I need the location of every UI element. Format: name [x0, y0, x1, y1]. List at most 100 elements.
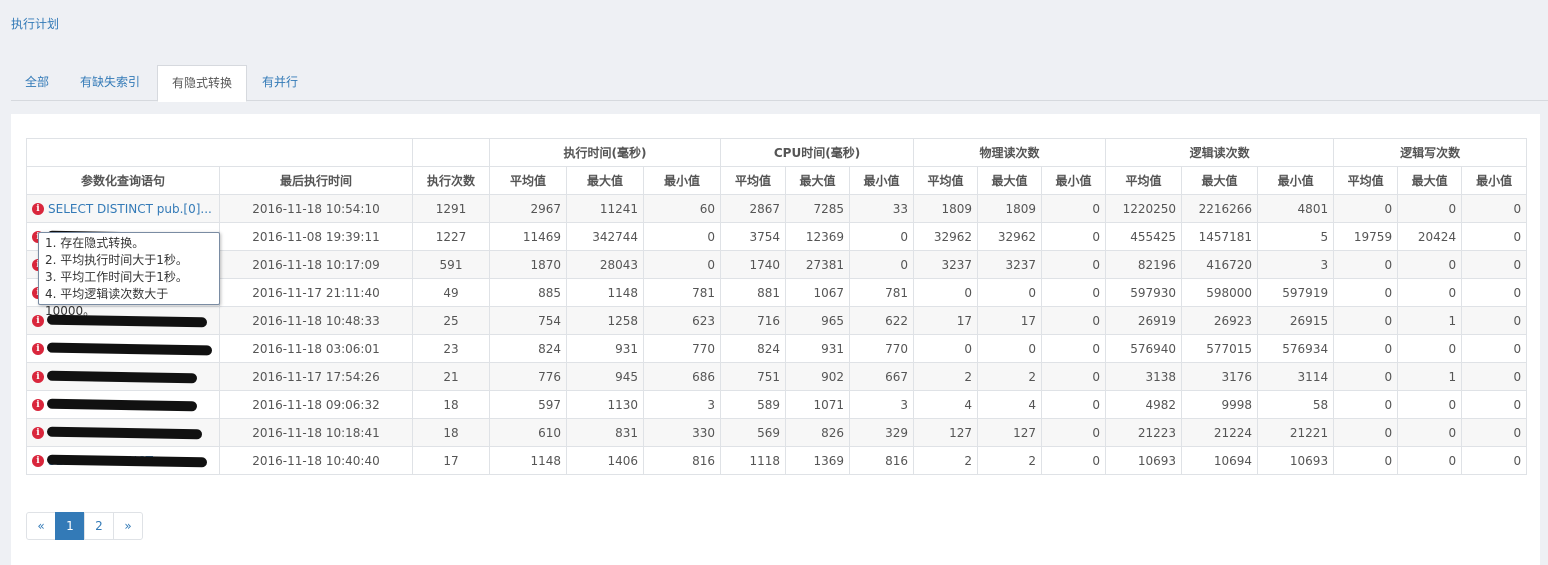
column-header[interactable]: 平均值	[489, 166, 567, 195]
query-cell: i	[26, 390, 220, 419]
metric-cell: 0	[1041, 222, 1107, 251]
metric-cell: 21	[412, 362, 490, 391]
metric-cell: 26919	[1105, 306, 1183, 335]
table-row[interactable]: i 2016-11-17 17:54:26 21 776 945 686 751 902 667…	[26, 362, 1528, 391]
table-row[interactable]: i2016-11-08 19:39:1112271146934274403754…	[26, 222, 1528, 251]
last-exec-time-cell: 2016-11-18 10:54:10	[219, 194, 413, 223]
metric-cell: 577015	[1181, 334, 1259, 363]
metric-cell: 1369	[785, 446, 851, 475]
metric-cell: 11469	[489, 222, 567, 251]
metric-cell: 17	[913, 306, 979, 335]
tab-all[interactable]: 全部	[11, 65, 63, 101]
column-header[interactable]: 平均值	[913, 166, 979, 195]
metric-cell: 1	[1397, 362, 1463, 391]
metric-cell: 576940	[1105, 334, 1183, 363]
column-header[interactable]: 参数化查询语句	[26, 166, 220, 195]
column-header[interactable]: 最大值	[1181, 166, 1259, 195]
group-header-exec-time: 执行时间(毫秒)	[488, 138, 722, 167]
metric-cell: 2216266	[1181, 194, 1259, 223]
pagination-next[interactable]: »	[113, 512, 143, 540]
table-row[interactable]: i 2016-11-18 10:48:33 25 754 1258 623 716 965 62…	[26, 306, 1528, 335]
metric-cell: 455425	[1105, 222, 1183, 251]
pagination-page-2[interactable]: 2	[84, 512, 114, 540]
metric-cell: 1227	[412, 222, 490, 251]
table-row[interactable]: i2016-11-17 21:11:4049885114878188110677…	[26, 278, 1528, 307]
redaction-mark	[46, 426, 203, 440]
metric-cell: 3	[642, 390, 722, 419]
column-header[interactable]: 最小值	[849, 166, 915, 195]
metric-cell: 18	[412, 418, 490, 447]
last-exec-time-cell: 2016-11-08 19:39:11	[219, 222, 413, 251]
metric-cell: 0	[1333, 278, 1399, 307]
metric-cell: 770	[849, 334, 915, 363]
pagination: « 1 2 »	[26, 512, 143, 540]
column-header[interactable]: 最小值	[1461, 166, 1528, 195]
column-header-row: 参数化查询语句 最后执行时间 执行次数 平均值 最大值 最小值 平均值 最大值 最小值 平均值 最大…	[26, 166, 1528, 195]
column-header[interactable]: 最后执行时间	[219, 166, 413, 195]
tab-missing-index[interactable]: 有缺失索引	[66, 65, 154, 101]
column-header[interactable]: 平均值	[720, 166, 787, 195]
metric-cell: 0	[1461, 194, 1528, 223]
metric-cell: 0	[977, 278, 1043, 307]
metric-cell: 824	[720, 334, 787, 363]
metric-cell: 0	[1461, 446, 1528, 475]
metric-cell: 12369	[785, 222, 851, 251]
column-header[interactable]: 执行次数	[412, 166, 490, 195]
column-header[interactable]: 平均值	[1105, 166, 1183, 195]
column-header[interactable]: 最小值	[1257, 166, 1335, 195]
metric-cell: 1148	[566, 278, 644, 307]
table-row[interactable]: i 2016-11-18 10:18:41 18 610 831 330 569 826 329…	[26, 418, 1528, 447]
metric-cell: 27381	[785, 250, 851, 279]
metric-cell: 0	[1397, 446, 1463, 475]
query-link[interactable]: SELECT DISTINCT pub.[0]...	[48, 202, 212, 216]
table-row[interactable]: i2016-11-18 10:17:0959118702804301740273…	[26, 250, 1528, 279]
metric-cell: 0	[1461, 250, 1528, 279]
metric-cell: 591	[412, 250, 490, 279]
info-icon[interactable]: i	[32, 342, 44, 355]
metric-cell: 2	[913, 362, 979, 391]
column-header[interactable]: 最小值	[642, 166, 722, 195]
info-icon[interactable]: i	[32, 426, 44, 439]
table-row[interactable]: i 2016-11-18 09:06:32 18 597 1130 3 589 1071 3 4 4…	[26, 390, 1528, 419]
metric-cell: 0	[1041, 194, 1107, 223]
column-header[interactable]: 平均值	[1333, 166, 1399, 195]
tab-parallel[interactable]: 有并行	[248, 65, 312, 101]
info-icon[interactable]: i	[32, 202, 44, 215]
column-header[interactable]: 最大值	[977, 166, 1043, 195]
table-row[interactable]: i SELECT DISTINCT pub.[0]... 2016-11-18 10…	[26, 194, 1528, 223]
table-row[interactable]: iSELECT DISTINCT ...2016-11-18 10:40:401…	[26, 446, 1528, 475]
column-header[interactable]: 最小值	[1041, 166, 1107, 195]
info-icon[interactable]: i	[32, 454, 44, 467]
column-header[interactable]: 最大值	[785, 166, 851, 195]
pagination-page-1[interactable]: 1	[55, 512, 85, 540]
pagination-prev[interactable]: «	[26, 512, 56, 540]
column-header[interactable]: 最大值	[1397, 166, 1463, 195]
column-header[interactable]: 最大值	[566, 166, 644, 195]
metric-cell: 0	[1461, 390, 1528, 419]
metric-cell: 26923	[1181, 306, 1259, 335]
metric-cell: 1118	[720, 446, 787, 475]
last-exec-time-cell: 2016-11-18 10:48:33	[219, 306, 413, 335]
metric-cell: 7285	[785, 194, 851, 223]
redaction-mark	[46, 370, 198, 384]
info-icon[interactable]: i	[32, 398, 44, 411]
metric-cell: 416720	[1181, 250, 1259, 279]
metric-cell: 1148	[489, 446, 567, 475]
metric-cell: 49	[412, 278, 490, 307]
last-exec-time-cell: 2016-11-17 17:54:26	[219, 362, 413, 391]
metric-cell: 0	[1333, 390, 1399, 419]
metric-cell: 4801	[1257, 194, 1335, 223]
metric-cell: 0	[1041, 446, 1107, 475]
metric-cell: 2	[977, 362, 1043, 391]
metric-cell: 3114	[1257, 362, 1335, 391]
group-header-blank	[26, 138, 413, 167]
metric-cell: 25	[412, 306, 490, 335]
metric-cell: 816	[642, 446, 722, 475]
info-icon[interactable]: i	[32, 370, 44, 383]
metric-cell: 667	[849, 362, 915, 391]
info-icon[interactable]: i	[32, 314, 44, 327]
metric-cell: 0	[1041, 418, 1107, 447]
table-row[interactable]: i 2016-11-18 03:06:01 23 824 931 770 824 931 770…	[26, 334, 1528, 363]
group-header-cpu-time: CPU时间(毫秒)	[720, 138, 915, 167]
tab-implicit-conversion[interactable]: 有隐式转换	[157, 65, 248, 102]
